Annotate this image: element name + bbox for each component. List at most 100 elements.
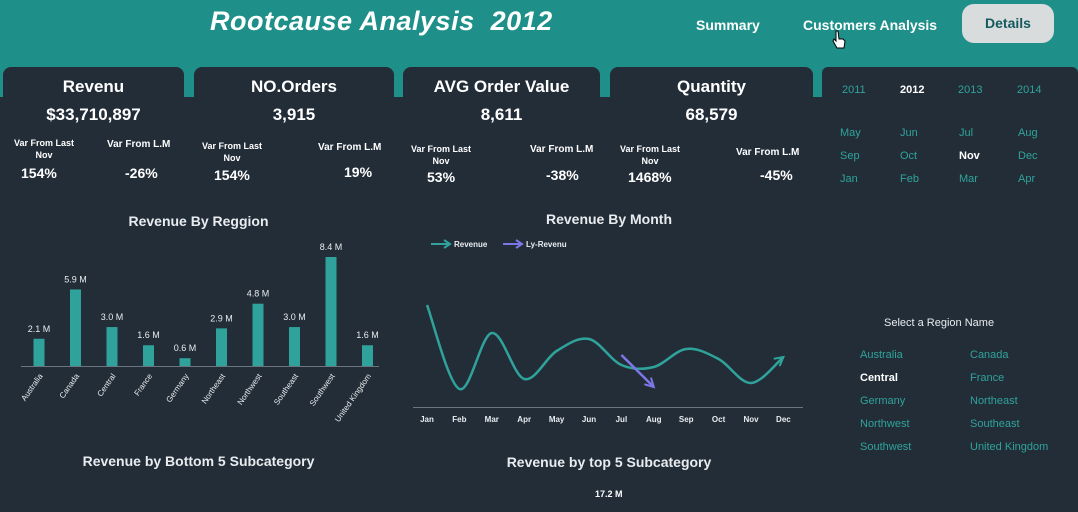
kpi-var-last-label: Var From Last Nov <box>410 144 472 166</box>
x-tick-label: Canada <box>58 372 82 401</box>
kpi-var-lm-label: Var From L.M <box>530 144 594 155</box>
panel-title: Revenue by top 5 Subcategory <box>506 454 712 470</box>
x-tick-label: Mar <box>485 415 499 424</box>
kpi-value: 3,915 <box>272 105 316 124</box>
year-2014[interactable]: 2014 <box>1017 84 1041 96</box>
x-tick-label: May <box>549 415 565 424</box>
region-filter-title: Select a Region Name <box>884 317 995 329</box>
kpi-var-lm-value: -38% <box>546 167 579 183</box>
nav-customers-analysis[interactable]: Customers Analysis <box>803 17 937 33</box>
region-bar-chart: 2.1 M Australia 5.9 M Canada 3.0 M Central 1.6… <box>19 242 379 424</box>
bar <box>289 327 300 366</box>
month-may[interactable]: May <box>840 127 861 139</box>
kpi-var-last-value: 154% <box>21 165 57 181</box>
top5-bar-label: 17.2 M <box>595 489 623 499</box>
bar <box>179 358 191 366</box>
x-tick-label: Southwest <box>308 371 337 407</box>
kpi-var-last-label: Var From Last Nov <box>619 144 681 166</box>
kpi-var-lm-value: -45% <box>760 167 793 183</box>
month-oct[interactable]: Oct <box>900 150 917 162</box>
x-tick-label: Sep <box>679 415 694 424</box>
region-central[interactable]: Central <box>860 372 898 384</box>
revenue-line <box>425 304 785 391</box>
x-tick-label: Apr <box>517 415 531 424</box>
kpi-title: Revenu <box>62 77 125 96</box>
nav-details[interactable]: Details <box>962 4 1054 43</box>
x-tick-label: Aug <box>646 415 662 424</box>
region-canada[interactable]: Canada <box>970 349 1009 361</box>
bar <box>106 327 118 366</box>
month-apr[interactable]: Apr <box>1018 173 1035 185</box>
month-dec[interactable]: Dec <box>1018 150 1038 162</box>
data-label: 8.4 M <box>320 242 343 252</box>
revenue-by-month-panel: Revenue By Month Jan Feb Mar Apr May Jun Jul Au… <box>403 202 815 434</box>
x-tick-label: Southeast <box>272 371 300 406</box>
x-tick-label: Jul <box>616 415 628 424</box>
data-label: 2.1 M <box>28 324 51 334</box>
kpi-title: NO.Orders <box>251 77 337 96</box>
page-title: Rootcause Analysis 2012 <box>210 6 553 36</box>
kpi-avg-order-card: AVG Order Value 8,611 Var From Last Nov … <box>403 67 600 193</box>
kpi-title: AVG Order Value <box>433 77 570 96</box>
year-2011[interactable]: 2011 <box>842 84 866 96</box>
month-nov[interactable]: Nov <box>959 150 980 162</box>
bottom5-subcategory-panel: Revenue by Bottom 5 Subcategory <box>3 442 394 512</box>
month-line-chart: Jan Feb Mar Apr May Jun Jul Aug Sep Oct Nov Dec Reve… <box>413 239 803 424</box>
kpi-title: Quantity <box>677 77 746 96</box>
data-label: 2.9 M <box>210 313 233 323</box>
bar <box>70 289 81 366</box>
month-sep[interactable]: Sep <box>840 150 860 162</box>
month-mar[interactable]: Mar <box>959 173 978 185</box>
kpi-var-last-label: Var From Last Nov <box>201 141 263 163</box>
data-label: 5.9 M <box>64 274 87 284</box>
kpi-var-lm-value: 19% <box>344 164 373 180</box>
filter-sidebar: 2011 2012 2013 2014 May Jun Jul Aug Sep … <box>822 67 1078 503</box>
bar <box>252 303 264 366</box>
x-tick-label: Nov <box>743 415 759 424</box>
kpi-var-last-value: 1468% <box>628 169 672 185</box>
kpi-var-last-label: Var From Last Nov <box>13 138 75 160</box>
x-tick-label: France <box>132 372 154 398</box>
top5-subcategory-panel: Revenue by top 5 Subcategory 17.2 M <box>403 442 815 512</box>
month-jan[interactable]: Jan <box>840 173 858 185</box>
legend-label: Ly-Revenu <box>526 240 567 249</box>
kpi-value: 8,611 <box>480 105 523 124</box>
year-2013[interactable]: 2013 <box>958 84 982 96</box>
region-united-kingdom[interactable]: United Kingdom <box>970 441 1048 453</box>
month-jun[interactable]: Jun <box>900 127 918 139</box>
x-tick-label: Australia <box>19 372 45 403</box>
kpi-var-lm-label: Var From L.M <box>318 142 382 153</box>
year-2012[interactable]: 2012 <box>900 84 924 96</box>
region-southwest[interactable]: Southwest <box>860 441 911 453</box>
x-tick-label: Germany <box>164 372 190 404</box>
data-label: 1.6 M <box>356 330 379 340</box>
x-tick-label: Oct <box>712 415 726 424</box>
month-feb[interactable]: Feb <box>900 173 919 185</box>
nav-summary[interactable]: Summary <box>696 17 760 33</box>
data-label: 3.0 M <box>283 312 306 322</box>
kpi-var-lm-label: Var From L.M <box>736 147 800 158</box>
kpi-var-last-value: 154% <box>214 167 250 183</box>
hand-cursor-icon <box>832 30 846 49</box>
region-southeast[interactable]: Southeast <box>970 418 1020 430</box>
region-northwest[interactable]: Northwest <box>860 418 910 430</box>
month-jul[interactable]: Jul <box>959 127 973 139</box>
region-france[interactable]: France <box>970 372 1004 384</box>
region-germany[interactable]: Germany <box>860 395 905 407</box>
kpi-value: $33,710,897 <box>46 105 141 124</box>
panel-title: Revenue by Bottom 5 Subcategory <box>82 453 315 469</box>
data-label: 1.6 M <box>137 330 160 340</box>
legend-label: Revenue <box>454 240 488 249</box>
x-tick-label: Northeast <box>200 371 228 405</box>
region-northeast[interactable]: Northeast <box>970 395 1018 407</box>
x-tick-label: Dec <box>776 415 791 424</box>
bar <box>143 345 154 366</box>
region-australia[interactable]: Australia <box>860 349 903 361</box>
x-tick-label: Feb <box>452 415 466 424</box>
kpi-var-lm-label: Var From L.M <box>107 139 171 150</box>
ly-revenue-line <box>620 354 655 388</box>
month-aug[interactable]: Aug <box>1018 127 1038 139</box>
x-tick-label: Jan <box>420 415 434 424</box>
bar <box>362 345 373 366</box>
kpi-quantity-card: Quantity 68,579 Var From Last Nov Var Fr… <box>610 67 813 193</box>
